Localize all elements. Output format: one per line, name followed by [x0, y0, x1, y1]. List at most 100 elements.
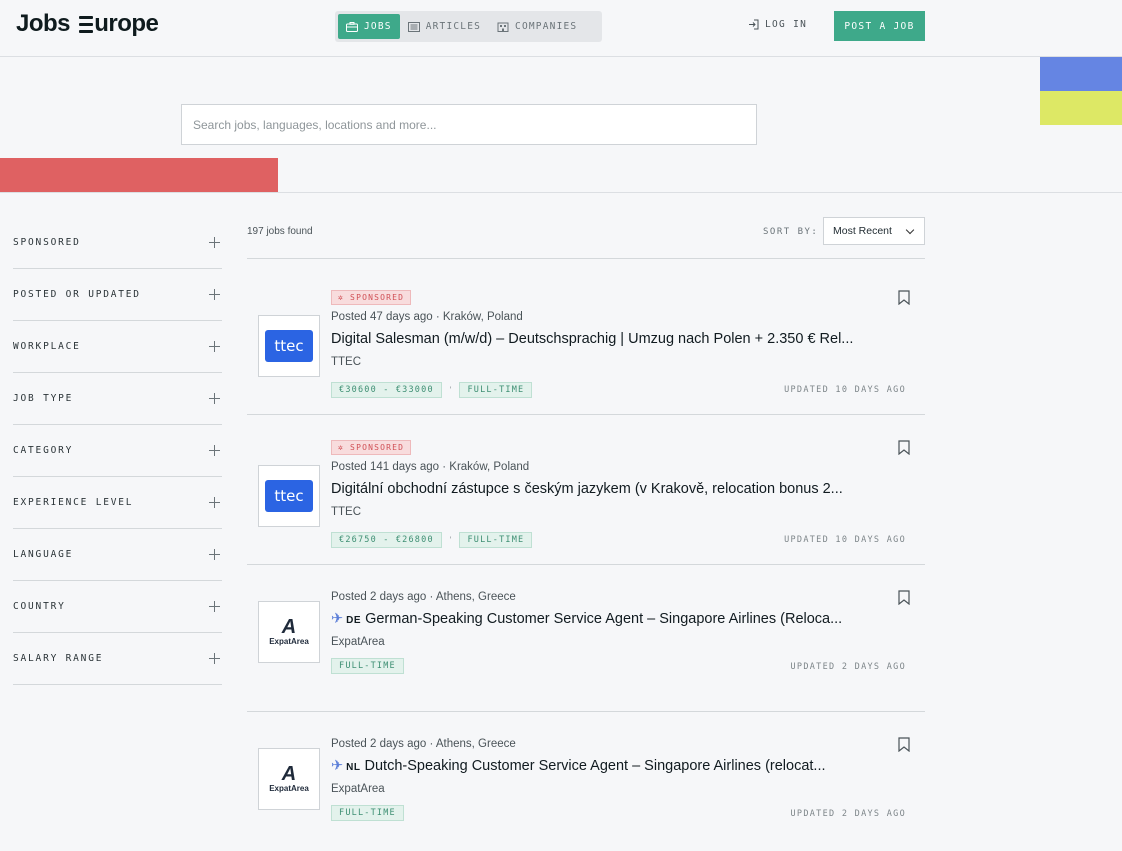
company-name[interactable]: TTEC [331, 356, 361, 368]
filter-label: POSTED OR UPDATED [13, 289, 141, 300]
updated-label: UPDATED 2 DAYS AGO [790, 809, 906, 819]
expatarea-wordmark: ExpatArea [269, 784, 309, 793]
job-card[interactable]: ttec ✲ SPONSORED Posted 141 days ago · K… [247, 415, 925, 565]
job-type-tag: FULL-TIME [459, 382, 533, 398]
job-meta: Posted 47 days ago · Kraków, Poland [331, 311, 523, 323]
newspaper-icon [407, 21, 420, 32]
expatarea-wordmark: ExpatArea [269, 637, 309, 646]
country-code: DE [346, 615, 362, 626]
filter-posted-or-updated[interactable]: POSTED OR UPDATED [13, 269, 222, 321]
salary-tag: €26750 - €26800 [331, 532, 442, 548]
plus-icon [209, 497, 220, 508]
plus-icon [209, 237, 220, 248]
sort-dropdown[interactable]: Most Recent [823, 217, 925, 245]
updated-label: UPDATED 2 DAYS AGO [790, 662, 906, 672]
job-type-tag: FULL-TIME [331, 805, 404, 821]
plus-icon [209, 601, 220, 612]
job-card[interactable]: A ExpatArea Posted 2 days ago · Athens, … [247, 565, 925, 712]
company-logo[interactable]: A ExpatArea [258, 748, 320, 810]
company-name[interactable]: ExpatArea [331, 636, 385, 648]
sponsored-badge: ✲ SPONSORED [331, 440, 412, 455]
sort-label: SORT BY: [763, 227, 819, 237]
filter-label: CATEGORY [13, 445, 74, 456]
job-meta: Posted 2 days ago · Athens, Greece [331, 738, 516, 750]
job-type-tag: FULL-TIME [459, 532, 533, 548]
sponsored-text: SPONSORED [350, 443, 405, 452]
bookmark-icon[interactable] [898, 737, 910, 752]
bookmark-icon[interactable] [898, 290, 910, 305]
tag-separator: ' [449, 385, 452, 395]
airplane-icon: ✈ [331, 758, 344, 774]
job-title[interactable]: Digitální obchodní zástupce s českým jaz… [331, 481, 897, 497]
plus-icon [209, 549, 220, 560]
filter-job-type[interactable]: JOB TYPE [13, 373, 222, 425]
job-title[interactable]: Digital Salesman (m/w/d) – Deutschsprach… [331, 331, 897, 347]
filter-sponsored[interactable]: SPONSORED [13, 217, 222, 269]
company-logo[interactable]: ttec [258, 465, 320, 527]
plus-icon [209, 289, 220, 300]
updated-label: UPDATED 10 DAYS AGO [784, 535, 906, 545]
site-logo[interactable]: Jobs urope [16, 10, 159, 38]
main-nav: JOBS ARTICLES COMPANIES [335, 11, 602, 42]
job-type-tag: FULL-TIME [331, 658, 404, 674]
plus-icon [209, 393, 220, 404]
job-card[interactable]: ttec ✲ SPONSORED Posted 47 days ago · Kr… [247, 259, 925, 415]
tag-separator: ' [449, 535, 452, 545]
job-meta: Posted 2 days ago · Athens, Greece [331, 591, 516, 603]
job-title[interactable]: ✈ NL Dutch-Speaking Customer Service Agent… [331, 758, 897, 774]
results-header: 197 jobs found SORT BY: Most Recent [247, 217, 925, 259]
filter-label: LANGUAGE [13, 549, 74, 560]
filter-workplace[interactable]: WORKPLACE [13, 321, 222, 373]
login-link[interactable]: LOG IN [748, 19, 807, 30]
post-job-button[interactable]: POST A JOB [834, 11, 925, 41]
job-title[interactable]: ✈ DE German-Speaking Customer Service Agen… [331, 611, 897, 627]
company-logo[interactable]: A ExpatArea [258, 601, 320, 663]
filter-country[interactable]: COUNTRY [13, 581, 222, 633]
chevron-down-icon [905, 225, 915, 235]
job-card[interactable]: A ExpatArea Posted 2 days ago · Athens, … [247, 712, 925, 851]
hero-section [0, 57, 1122, 193]
job-title-text: German-Speaking Customer Service Agent –… [365, 611, 843, 627]
filter-experience-level[interactable]: EXPERIENCE LEVEL [13, 477, 222, 529]
results-count: 197 jobs found [247, 226, 313, 237]
plus-icon [209, 445, 220, 456]
sparkle-icon: ✲ [338, 443, 351, 452]
top-header: Jobs urope JOBS ARTICLES COMPANIES LOG I… [0, 0, 1122, 57]
plus-icon [209, 653, 220, 664]
expatarea-logo: A ExpatArea [269, 764, 309, 793]
expatarea-mark: A [281, 616, 297, 638]
search-input[interactable] [181, 104, 757, 145]
company-name[interactable]: TTEC [331, 506, 361, 518]
filter-salary-range[interactable]: SALARY RANGE [13, 633, 222, 685]
filter-language[interactable]: LANGUAGE [13, 529, 222, 581]
updated-label: UPDATED 10 DAYS AGO [784, 385, 906, 395]
tab-companies-label: COMPANIES [515, 21, 578, 32]
company-logo[interactable]: ttec [258, 315, 320, 377]
flag-stripe-yellow [1040, 91, 1122, 125]
sort-value: Most Recent [833, 225, 892, 237]
tab-jobs[interactable]: JOBS [338, 14, 400, 39]
ttec-logo: ttec [265, 480, 313, 512]
tab-articles-label: ARTICLES [425, 21, 482, 32]
bookmark-icon[interactable] [898, 590, 910, 605]
filter-sidebar: SPONSORED POSTED OR UPDATED WORKPLACE JO… [13, 217, 222, 685]
tab-companies[interactable]: COMPANIES [489, 14, 585, 39]
tab-articles[interactable]: ARTICLES [400, 14, 489, 39]
job-tags: €30600 - €33000 ' FULL-TIME [331, 382, 533, 398]
filter-category[interactable]: CATEGORY [13, 425, 222, 477]
sparkle-icon: ✲ [338, 293, 351, 302]
sponsored-badge: ✲ SPONSORED [331, 290, 412, 305]
filter-label: SALARY RANGE [13, 653, 104, 664]
company-name[interactable]: ExpatArea [331, 783, 385, 795]
sponsored-text: SPONSORED [350, 293, 405, 302]
job-tags: €26750 - €26800 ' FULL-TIME [331, 532, 533, 548]
bookmark-icon[interactable] [898, 440, 910, 455]
filter-label: EXPERIENCE LEVEL [13, 497, 134, 508]
plus-icon [209, 341, 220, 352]
job-tags: FULL-TIME [331, 658, 404, 674]
filter-label: COUNTRY [13, 601, 66, 612]
expatarea-logo: A ExpatArea [269, 616, 309, 646]
login-icon [749, 19, 759, 30]
logo-text-jobs: Jobs [16, 10, 71, 37]
job-title-text: Dutch-Speaking Customer Service Agent – … [364, 758, 826, 774]
